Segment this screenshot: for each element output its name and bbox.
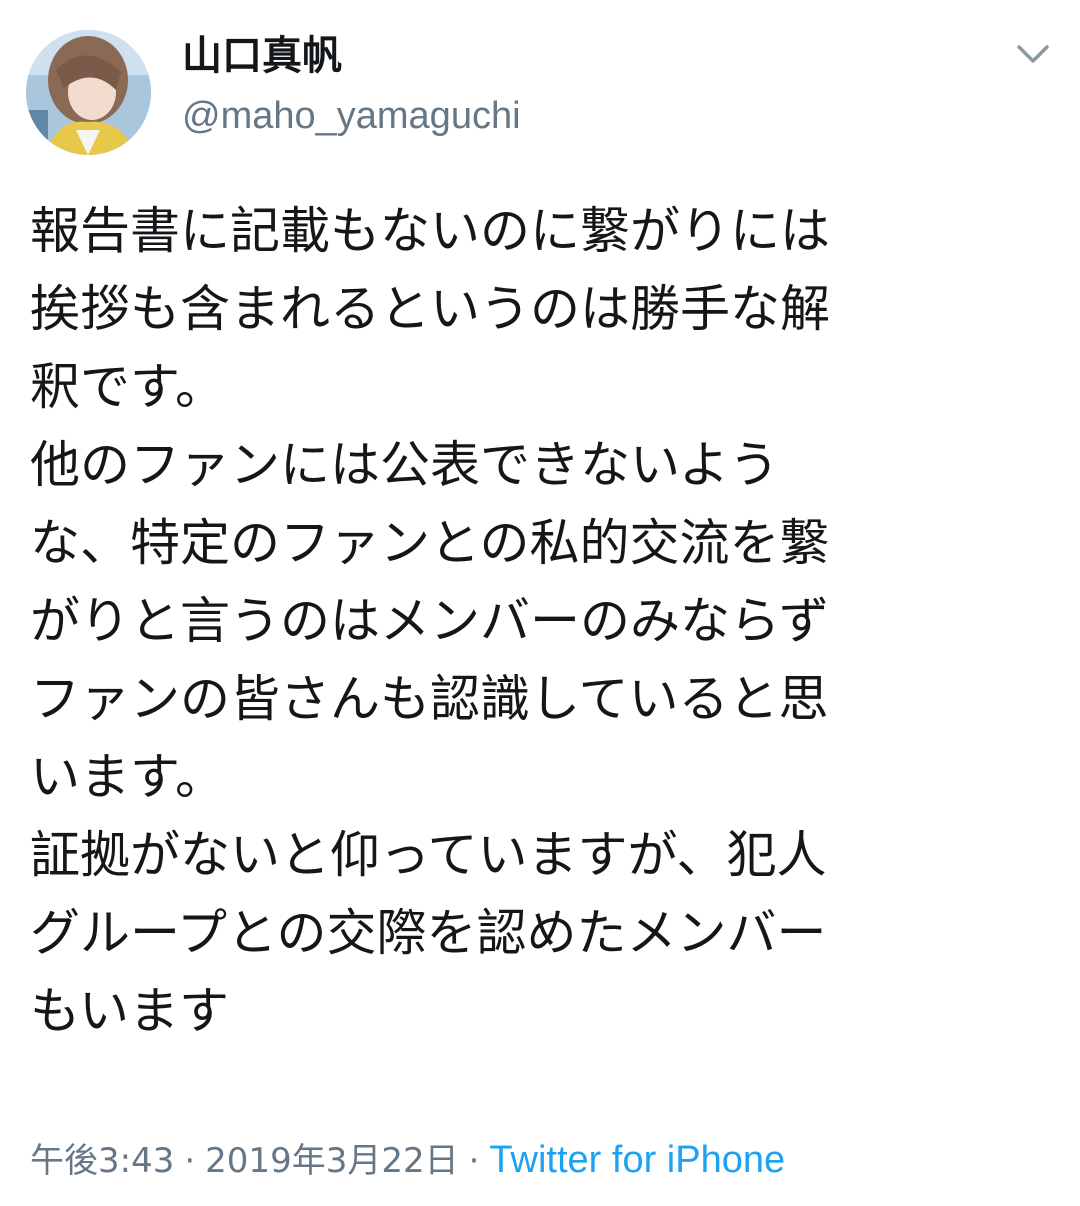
user-handle[interactable]: @maho_yamaguchi [182, 90, 521, 142]
tweet-text-line: 報告書に記載もないのに繋がりには [30, 202, 830, 260]
tweet-meta: 午後3:43 · 2019年3月22日 · Twitter for iPhone [30, 1134, 785, 1187]
tweet-text-line: ファンの皆さんも認識していると思 [30, 670, 829, 728]
tweet-text-line: 他のファンには公表できないよう [30, 436, 779, 494]
tweet-text-line: がりと言うのはメンバーのみならず [30, 592, 829, 650]
tweet-text: 報告書に記載もないのに繋がりには 挨拶も含まれるというのは勝手な解 釈です。 他… [30, 192, 1060, 1050]
tweet-text-line: います。 [30, 748, 225, 806]
tweet-text-line: もいます [30, 982, 229, 1040]
tweet-text-line: 釈です。 [30, 358, 225, 416]
avatar[interactable] [26, 30, 151, 155]
tweet-date[interactable]: 2019年3月22日 [205, 1141, 458, 1181]
display-name[interactable]: 山口真帆 [182, 28, 521, 84]
tweet-text-line: グループとの交際を認めたメンバー [30, 904, 827, 962]
tweet-card: 山口真帆 @maho_yamaguchi 報告書に記載もないのに繋がりには 挨拶… [0, 0, 1080, 1206]
meta-separator: · [468, 1141, 480, 1181]
tweet-time[interactable]: 午後3:43 [30, 1141, 174, 1181]
user-names: 山口真帆 @maho_yamaguchi [182, 28, 521, 142]
tweet-text-line: 証拠がないと仰っていますが、犯人 [30, 826, 827, 884]
tweet-text-line: 挨拶も含まれるというのは勝手な解 [30, 280, 830, 338]
meta-separator: · [184, 1141, 196, 1181]
avatar-photo-icon [26, 30, 151, 155]
tweet-source-link[interactable]: Twitter for iPhone [489, 1139, 785, 1181]
chevron-down-icon [1017, 45, 1049, 63]
tweet-header: 山口真帆 @maho_yamaguchi [0, 0, 1080, 160]
tweet-text-line: な、特定のファンとの私的交流を繋 [30, 514, 830, 572]
more-options-button[interactable] [1005, 30, 1061, 78]
